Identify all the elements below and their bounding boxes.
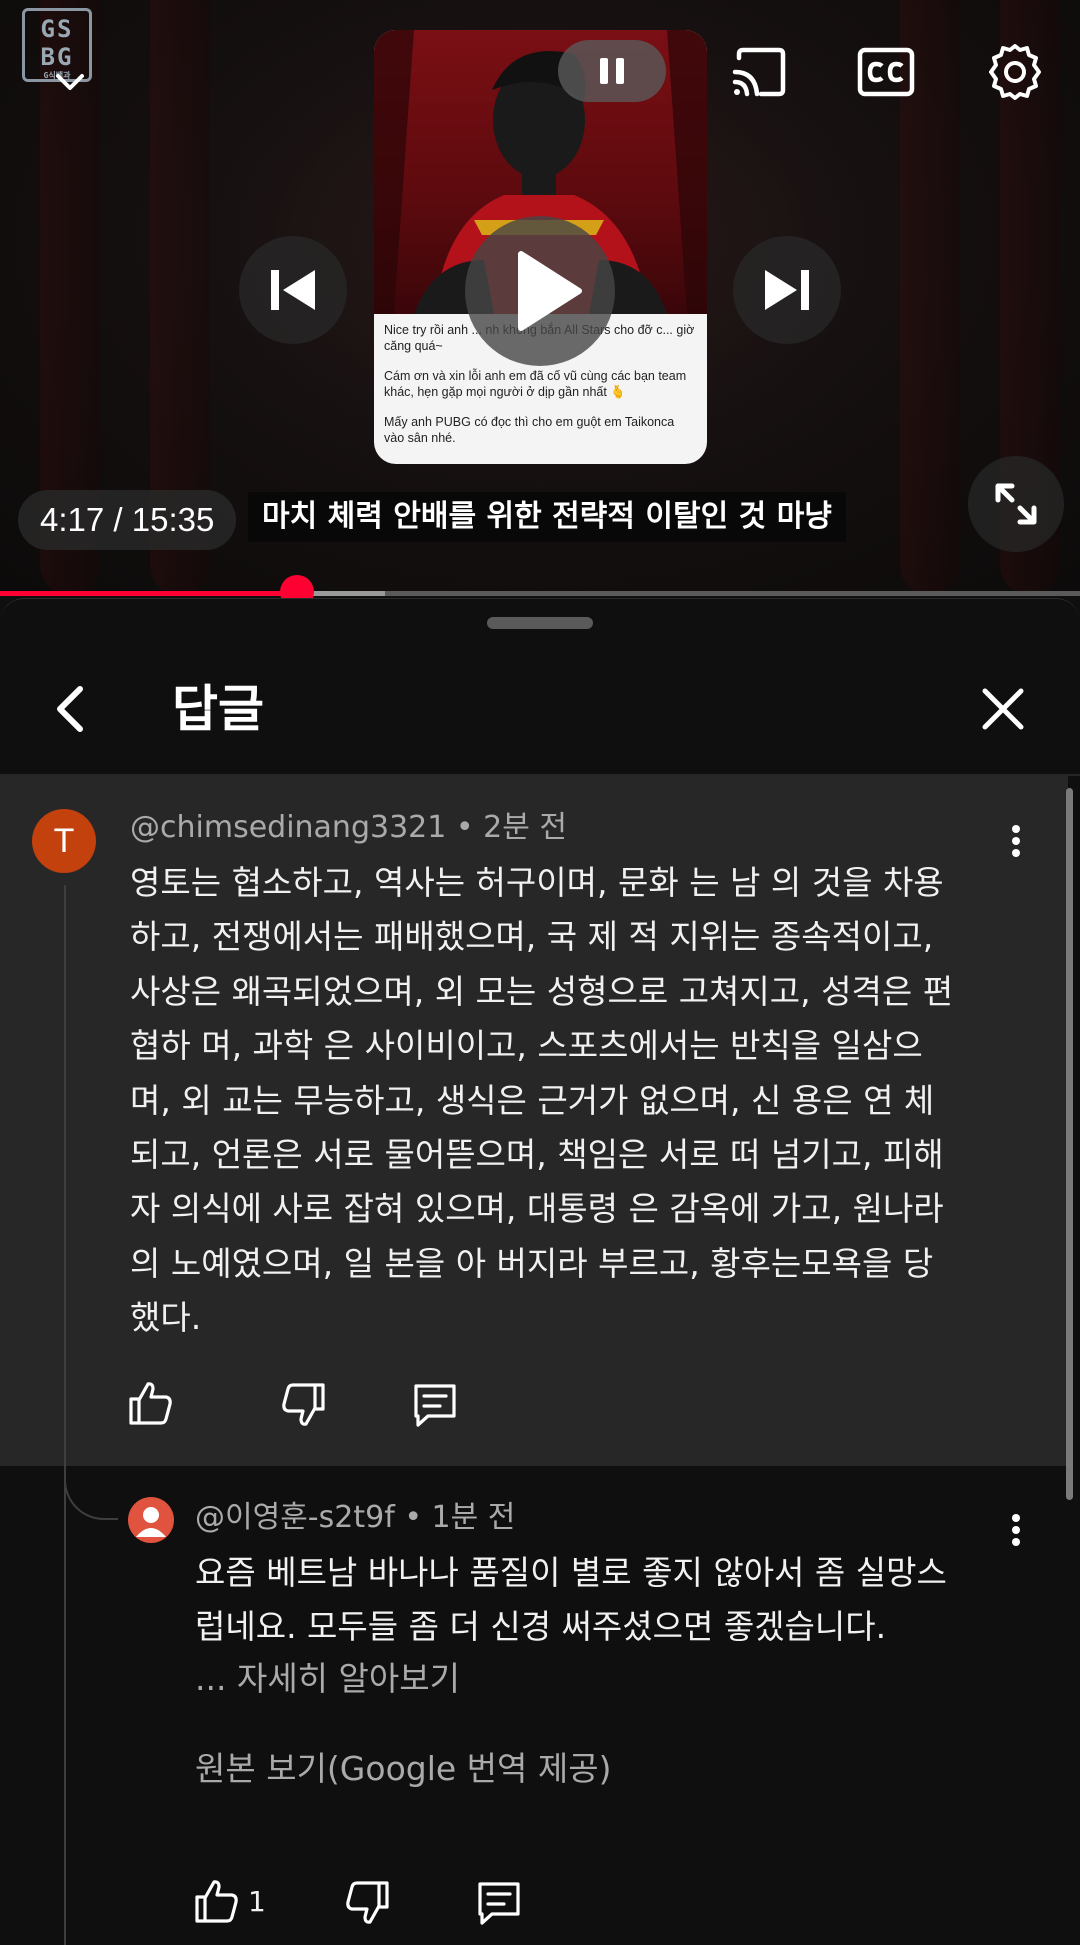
subtitle-caption: 마치 체력 안배를 위한 전략적 이탈인 것 마냥: [248, 492, 846, 542]
read-more-link[interactable]: ... 자세히 알아보기: [195, 1652, 460, 1706]
reply-line: 요즘 베트남 바나나 품질이 별로 좋지 않아서 좀 실망스: [195, 1553, 947, 1592]
fullscreen-icon: [995, 483, 1037, 525]
reply-time: 1분 전: [431, 1500, 516, 1535]
progress-bar[interactable]: [0, 591, 1080, 596]
reply-body: 요즘 베트남 바나나 품질이 별로 좋지 않아서 좀 실망스 럽네요. 모두들 …: [195, 1546, 1035, 1655]
close-icon[interactable]: [975, 681, 1031, 737]
reply-meta: @이영훈-s2t9f • 1분 전: [195, 1498, 515, 1538]
pause-icon: [600, 58, 624, 84]
reply-line: 럽네요. 모두들 좀 더 신경 써주셨으면 좋겠습니다.: [195, 1607, 887, 1647]
meta-separator: •: [404, 1500, 432, 1535]
comment-line: 자 의식에 사로 잡혀 있으며, 대통령 은 감옥에 가고, 원나라: [130, 1189, 944, 1229]
play-icon: [518, 251, 582, 331]
video-player[interactable]: GS BG G식백과 Nice try rồi anh ... nh không…: [0, 0, 1080, 595]
time-display[interactable]: 4:17 / 15:35: [18, 490, 237, 550]
frame-text-line: Cám ơn và xin lỗi anh em đã cố vũ cùng c…: [384, 369, 687, 399]
comment-line: 며, 외 교는 무능하고, 생식은 근거가 없으며, 신 용은 연 체: [130, 1080, 935, 1120]
like-icon[interactable]: [192, 1876, 242, 1926]
next-icon: [765, 270, 809, 310]
comment-body: 영토는 협소하고, 역사는 허구이며, 문화 는 남 의 것을 차용 하고, 전…: [130, 856, 1030, 1346]
logo-line1: GS: [40, 15, 74, 43]
reply-icon[interactable]: [474, 1878, 524, 1928]
avatar[interactable]: [128, 1497, 174, 1543]
show-original-link[interactable]: 원본 보기(Google 번역 제공): [195, 1742, 611, 1796]
captions-icon[interactable]: [856, 42, 916, 102]
cast-icon[interactable]: [727, 42, 787, 102]
play-button[interactable]: [465, 216, 615, 366]
meta-separator: •: [455, 810, 484, 845]
comment-meta: @chimsedinang3321 • 2분 전: [130, 808, 567, 848]
more-options-icon[interactable]: [996, 821, 1036, 861]
more-options-icon[interactable]: [996, 1510, 1036, 1550]
frame-text-line: Mấy anh PUBG có đọc thì cho em guột em T…: [384, 415, 675, 445]
comment-author[interactable]: @chimsedinang3321: [130, 810, 446, 845]
back-icon[interactable]: [44, 681, 100, 737]
comment-line: 의 노예였으며, 일 본을 아 버지라 부르고, 황후는모욕을 당: [130, 1243, 934, 1283]
comment-time: 2분 전: [483, 810, 567, 845]
drag-handle[interactable]: [487, 617, 593, 629]
dislike-icon[interactable]: [278, 1380, 328, 1430]
comment-line: 협하 며, 과학 은 사이비이고, 스포츠에서는 반칙을 일삼으: [130, 1026, 923, 1066]
next-button[interactable]: [733, 236, 841, 344]
like-icon[interactable]: [126, 1378, 176, 1428]
panel-title: 답글: [172, 680, 264, 738]
comment-line: 영토는 협소하고, 역사는 허구이며, 문화 는 남 의 것을 차용: [130, 863, 944, 902]
reply-icon[interactable]: [410, 1380, 460, 1430]
previous-icon: [271, 270, 315, 310]
reply-author[interactable]: @이영훈-s2t9f: [195, 1500, 395, 1535]
collapse-icon[interactable]: [52, 64, 88, 100]
scrollbar[interactable]: [1066, 788, 1073, 1500]
like-count: 1: [248, 1885, 266, 1918]
comment-line: 사상은 왜곡되었으며, 외 모는 성형으로 고쳐지고, 성격은 편: [130, 971, 954, 1011]
user-icon: [136, 1507, 166, 1537]
comment-line: 되고, 언론은 서로 물어뜯으며, 책임은 서로 떠 넘기고, 피해: [130, 1135, 944, 1175]
comment-line: 했다.: [130, 1298, 202, 1338]
comment-line: 하고, 전쟁에서는 패배했으며, 국 제 적 지위는 종속적이고,: [130, 917, 934, 957]
fullscreen-button[interactable]: [968, 456, 1064, 552]
thread-line: [64, 885, 66, 1945]
progress-played: [0, 591, 297, 596]
dislike-icon[interactable]: [342, 1878, 392, 1928]
avatar[interactable]: T: [32, 809, 96, 873]
pause-button[interactable]: [558, 40, 666, 102]
previous-button[interactable]: [239, 236, 347, 344]
settings-icon[interactable]: [985, 42, 1045, 102]
